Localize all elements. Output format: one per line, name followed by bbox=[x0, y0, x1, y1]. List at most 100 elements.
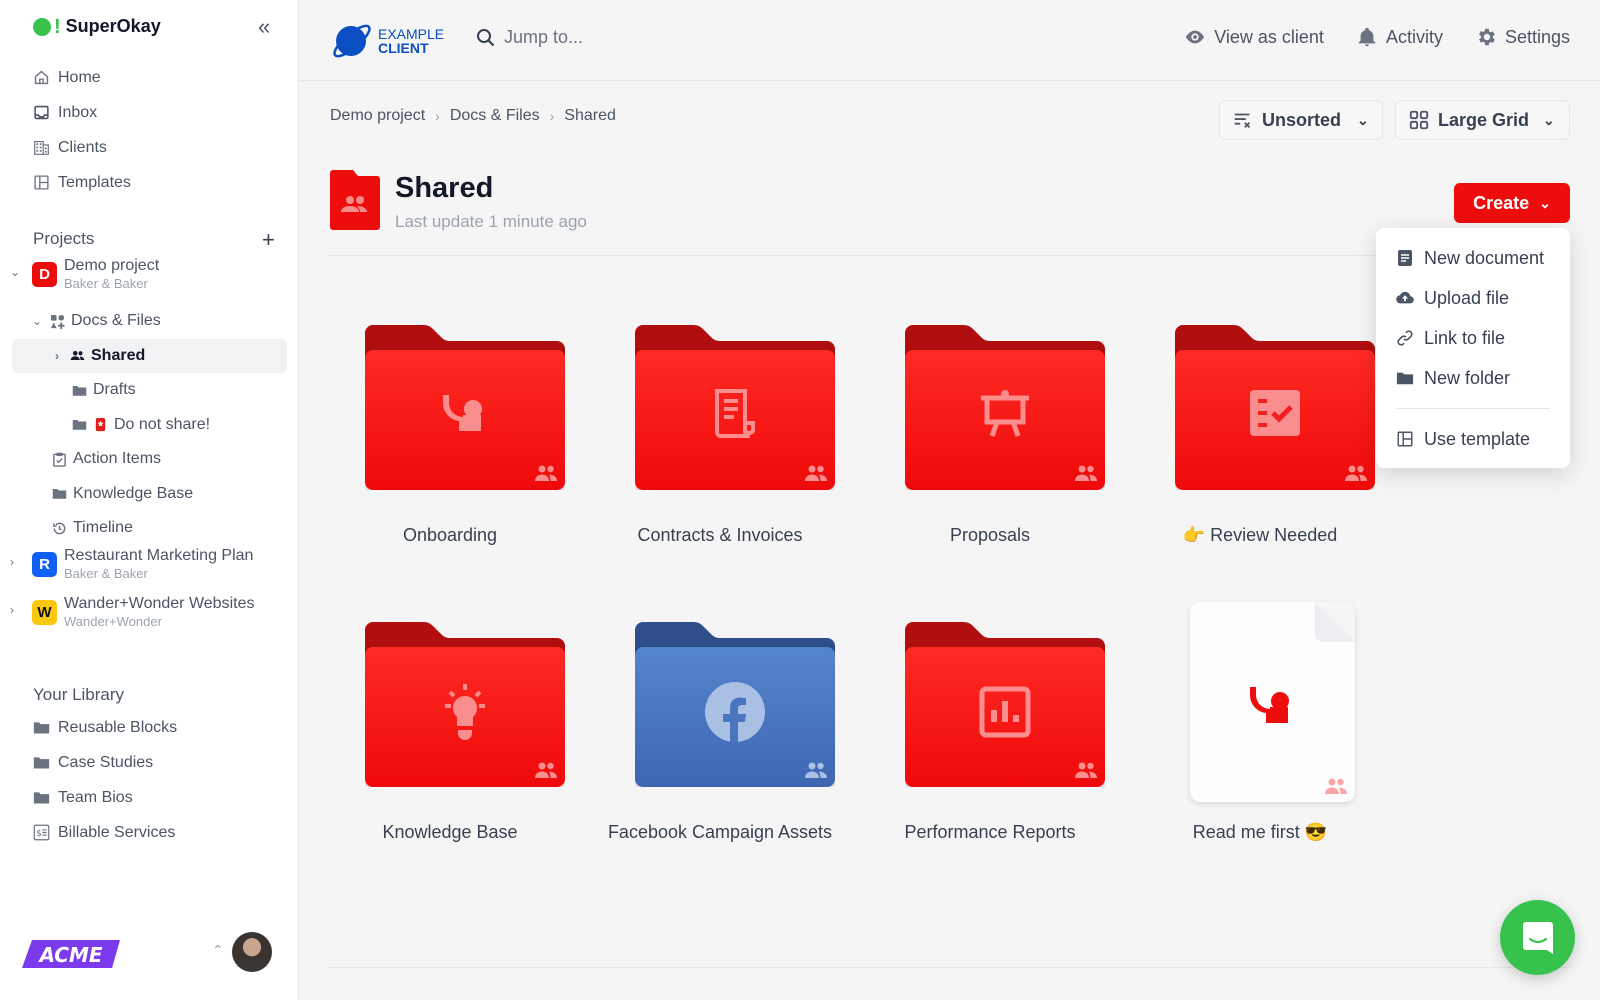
chevron-right-icon[interactable]: › bbox=[50, 349, 64, 363]
project-tree: ⌄ D Demo project Baker & Baker ⌄ Docs & F… bbox=[0, 256, 299, 642]
tree-item-knowledge-base[interactable]: Knowledge Base bbox=[0, 477, 299, 512]
create-menu: New document Upload file Link to file Ne… bbox=[1376, 228, 1570, 468]
checklist-icon bbox=[1250, 390, 1300, 436]
brand-logo[interactable]: ! SuperOkay bbox=[33, 16, 161, 37]
chevron-down-icon: ⌄ bbox=[1543, 111, 1555, 128]
sort-dropdown[interactable]: Unsorted ⌄ bbox=[1219, 100, 1383, 140]
chevron-up-icon[interactable]: ⌃ bbox=[212, 942, 224, 959]
document-card[interactable]: Read me first 😎 bbox=[1140, 602, 1380, 872]
nav-label: Templates bbox=[58, 173, 131, 191]
client-logo[interactable]: EXAMPLE CLIENT bbox=[330, 20, 444, 62]
people-icon bbox=[70, 348, 85, 363]
view-as-client-button[interactable]: View as client bbox=[1184, 26, 1324, 48]
project-wander-wonder[interactable]: › W Wander+Wonder Websites Wander+Wonder bbox=[0, 594, 299, 642]
stop-sign-emoji-icon bbox=[93, 417, 108, 432]
tree-item-drafts[interactable]: Drafts bbox=[0, 373, 299, 408]
item-label: Facebook Campaign Assets bbox=[607, 822, 833, 842]
folder-card[interactable]: Proposals bbox=[870, 325, 1110, 575]
folder-graphic bbox=[1175, 325, 1375, 490]
tree-item-action-items[interactable]: Action Items bbox=[0, 442, 299, 477]
project-restaurant[interactable]: › R Restaurant Marketing Plan Baker & Bak… bbox=[0, 546, 299, 594]
folder-icon bbox=[33, 719, 50, 736]
acme-logo: ACME bbox=[22, 940, 120, 968]
folder-card[interactable]: Knowledge Base bbox=[330, 622, 570, 872]
nav-item-home[interactable]: Home bbox=[33, 60, 131, 95]
project-name: Demo project bbox=[64, 257, 160, 274]
menu-label: New folder bbox=[1424, 367, 1511, 388]
tree-item-timeline[interactable]: Timeline bbox=[0, 511, 299, 546]
chat-support-button[interactable] bbox=[1500, 900, 1575, 975]
brand-dot-icon bbox=[33, 17, 51, 36]
project-client: Baker & Baker bbox=[64, 565, 148, 581]
breadcrumb-item[interactable]: Docs & Files bbox=[450, 107, 540, 125]
tree-item-do-not-share[interactable]: Do not share! bbox=[0, 408, 299, 443]
chevron-right-icon[interactable]: › bbox=[10, 603, 26, 617]
item-label: Onboarding bbox=[402, 525, 498, 545]
clipboard-check-icon bbox=[52, 452, 67, 467]
folder-card[interactable]: 👉 Review Needed bbox=[1140, 325, 1380, 575]
tree-item-shared[interactable]: › Shared bbox=[12, 338, 287, 373]
shared-folder-icon bbox=[330, 170, 380, 230]
project-badge: R bbox=[32, 551, 57, 577]
tree-label: Timeline bbox=[73, 519, 133, 537]
projects-heading: Projects bbox=[33, 229, 95, 248]
library-item-billable-services[interactable]: $ Billable Services bbox=[33, 815, 177, 850]
view-dropdown[interactable]: Large Grid ⌄ bbox=[1395, 100, 1570, 140]
folder-card[interactable]: Onboarding bbox=[330, 325, 570, 575]
shared-people-icon bbox=[1325, 778, 1347, 794]
nav-label: Home bbox=[58, 68, 101, 86]
tree-label: Action Items bbox=[73, 450, 162, 468]
folder-graphic bbox=[365, 325, 565, 490]
folder-card[interactable]: Performance Reports bbox=[870, 622, 1110, 872]
folder-icon bbox=[52, 486, 67, 501]
template-icon bbox=[1397, 431, 1413, 447]
settings-label: Settings bbox=[1504, 26, 1570, 47]
folder-graphic bbox=[365, 622, 565, 787]
bell-icon bbox=[1358, 27, 1376, 47]
folder-graphic bbox=[905, 325, 1105, 490]
planet-logo-icon bbox=[333, 24, 371, 58]
tree-item-docs-files[interactable]: ⌄ Docs & Files bbox=[0, 304, 299, 339]
breadcrumb-current: Shared bbox=[564, 107, 616, 124]
library-item-reusable-blocks[interactable]: Reusable Blocks bbox=[33, 710, 177, 745]
search-placeholder: Jump to... bbox=[504, 27, 584, 47]
menu-item-upload-file[interactable]: Upload file bbox=[1376, 278, 1570, 318]
folder-graphic bbox=[635, 325, 835, 490]
document-icon bbox=[1398, 250, 1412, 266]
nav-item-clients[interactable]: Clients bbox=[33, 130, 131, 165]
nav-item-inbox[interactable]: Inbox bbox=[33, 95, 131, 130]
nav-item-templates[interactable]: Templates bbox=[33, 165, 131, 200]
settings-button[interactable]: Settings bbox=[1475, 26, 1570, 48]
activity-button[interactable]: Activity bbox=[1356, 26, 1443, 48]
menu-item-new-folder[interactable]: New folder bbox=[1376, 358, 1570, 398]
page-corner bbox=[1315, 602, 1355, 642]
library-item-case-studies[interactable]: Case Studies bbox=[33, 745, 177, 780]
folder-card[interactable]: Facebook Campaign Assets bbox=[600, 622, 840, 872]
menu-item-new-document[interactable]: New document bbox=[1376, 238, 1570, 278]
menu-item-link-to-file[interactable]: Link to file bbox=[1376, 318, 1570, 358]
create-button[interactable]: Create ⌄ bbox=[1454, 183, 1570, 223]
cloud-upload-icon bbox=[1396, 291, 1414, 304]
home-icon bbox=[33, 69, 50, 86]
sidebar: ! SuperOkay « Home Inbox Clients Templat… bbox=[0, 0, 299, 1000]
breadcrumb-item[interactable]: Demo project bbox=[330, 107, 425, 125]
library-item-team-bios[interactable]: Team Bios bbox=[33, 780, 177, 815]
folder-icon bbox=[33, 754, 50, 771]
user-avatar[interactable] bbox=[232, 932, 272, 972]
project-demo[interactable]: ⌄ D Demo project Baker & Baker bbox=[0, 256, 299, 304]
add-project-button[interactable]: + bbox=[262, 227, 275, 253]
library-label: Case Studies bbox=[58, 753, 154, 771]
chevron-right-icon[interactable]: › bbox=[10, 555, 26, 569]
folder-card[interactable]: Contracts & Invoices bbox=[600, 325, 840, 575]
menu-divider bbox=[1396, 408, 1550, 409]
collapse-sidebar-icon[interactable]: « bbox=[258, 14, 270, 40]
project-client: Wander+Wonder bbox=[64, 613, 162, 629]
jump-to-search[interactable]: Jump to... bbox=[476, 27, 583, 48]
chevron-down-icon: ⌄ bbox=[1539, 194, 1551, 211]
tree-label: Docs & Files bbox=[71, 312, 161, 330]
chevron-down-icon[interactable]: ⌄ bbox=[30, 314, 44, 328]
menu-item-use-template[interactable]: Use template bbox=[1376, 419, 1570, 459]
chevron-down-icon[interactable]: ⌄ bbox=[10, 265, 26, 279]
page-title: Shared bbox=[395, 172, 494, 204]
library-label: Billable Services bbox=[58, 823, 176, 841]
